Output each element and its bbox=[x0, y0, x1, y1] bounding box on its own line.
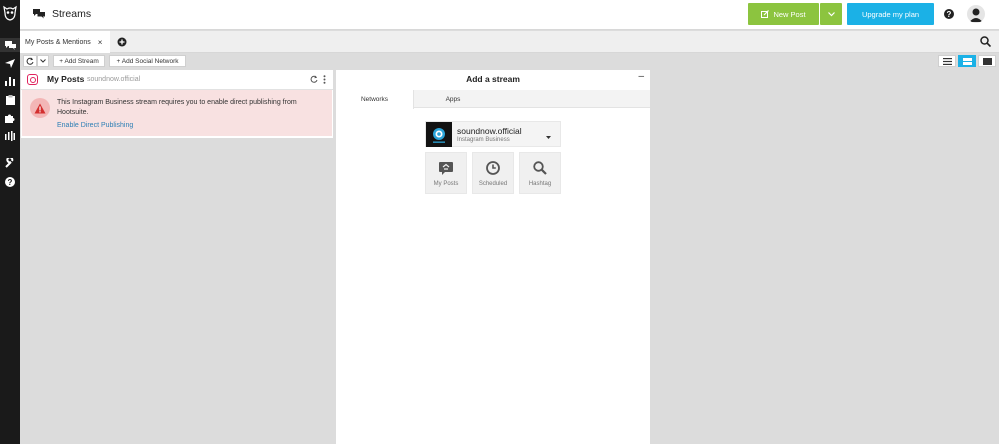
search-icon[interactable] bbox=[980, 36, 992, 49]
add-stream-button[interactable]: + Add Stream bbox=[53, 55, 105, 67]
refresh-all-button[interactable] bbox=[23, 55, 37, 67]
account-logo-icon bbox=[433, 127, 445, 143]
publishing-alert: This Instagram Business stream requires … bbox=[21, 90, 333, 138]
clock-icon bbox=[486, 161, 500, 175]
new-post-label: New Post bbox=[773, 9, 806, 19]
tab-networks[interactable]: Networks bbox=[336, 90, 414, 109]
enable-direct-publishing-link[interactable]: Enable Direct Publishing bbox=[57, 122, 133, 129]
refresh-icon bbox=[26, 57, 34, 65]
owl-logo-icon[interactable] bbox=[3, 5, 17, 21]
alert-message: This Instagram Business stream requires … bbox=[57, 99, 297, 116]
publisher-nav-icon[interactable] bbox=[4, 57, 16, 69]
magnifier-icon bbox=[533, 161, 547, 175]
audio-bars-nav-icon[interactable] bbox=[4, 130, 16, 142]
tab-apps[interactable]: Apps bbox=[414, 90, 492, 108]
view-list-button[interactable] bbox=[938, 55, 956, 67]
chevron-down-icon bbox=[827, 11, 835, 16]
compact-view-icon bbox=[962, 57, 972, 65]
panel-tabs: Networks Apps bbox=[336, 90, 650, 109]
tab-label: My Posts & Mentions bbox=[25, 38, 91, 46]
page-title: Streams bbox=[52, 8, 92, 20]
streams-icon bbox=[33, 9, 45, 21]
minimize-icon[interactable]: – bbox=[638, 71, 644, 82]
new-post-dropdown-button[interactable] bbox=[820, 3, 842, 25]
panel-title: Add a stream bbox=[466, 74, 520, 84]
refresh-icon[interactable] bbox=[310, 75, 318, 85]
stream-type-label: Scheduled bbox=[478, 181, 508, 187]
streams-toolbar: + Add Stream + Add Social Network bbox=[20, 53, 999, 69]
close-icon[interactable]: × bbox=[98, 38, 103, 47]
account-type: Instagram Business bbox=[457, 137, 510, 143]
apps-nav-icon[interactable] bbox=[4, 112, 16, 124]
stream-header: My Posts soundnow.official bbox=[21, 70, 333, 90]
tools-nav-icon[interactable] bbox=[4, 157, 16, 169]
tab-my-posts-mentions[interactable]: My Posts & Mentions × bbox=[20, 31, 111, 53]
warning-icon bbox=[30, 98, 50, 118]
top-header: Streams New Post Upgrade my plan ? bbox=[20, 0, 999, 30]
stream-type-label: Hashtag bbox=[528, 181, 552, 187]
stream-type-hashtag[interactable]: Hashtag bbox=[519, 152, 561, 194]
stream-type-scheduled[interactable]: Scheduled bbox=[472, 152, 514, 194]
left-nav-rail: ? bbox=[0, 0, 20, 444]
assignments-nav-icon[interactable] bbox=[4, 94, 16, 106]
user-icon bbox=[969, 8, 983, 22]
view-compact-button[interactable] bbox=[958, 55, 976, 67]
stream-column: My Posts soundnow.official This Instagra… bbox=[21, 70, 333, 444]
view-wide-button[interactable] bbox=[978, 55, 996, 67]
account-selector[interactable]: soundnow.official Instagram Business bbox=[425, 121, 561, 147]
speech-bubble-icon bbox=[439, 161, 453, 175]
avatar[interactable] bbox=[967, 5, 985, 23]
instagram-icon bbox=[27, 74, 38, 85]
streams-nav-icon[interactable] bbox=[0, 38, 20, 52]
stream-type-my-posts[interactable]: My Posts bbox=[425, 152, 467, 194]
more-options-icon[interactable] bbox=[323, 75, 326, 86]
upgrade-plan-button[interactable]: Upgrade my plan bbox=[847, 3, 934, 25]
stream-title: My Posts bbox=[47, 74, 85, 84]
svg-text:?: ? bbox=[8, 178, 13, 187]
add-tab-icon[interactable] bbox=[117, 37, 127, 49]
list-view-icon bbox=[942, 57, 952, 65]
add-social-network-button[interactable]: + Add Social Network bbox=[109, 55, 186, 67]
svg-text:?: ? bbox=[947, 10, 952, 19]
stream-account: soundnow.official bbox=[87, 76, 141, 83]
refresh-options-button[interactable] bbox=[37, 55, 49, 67]
wide-view-icon bbox=[982, 57, 992, 65]
help-nav-icon[interactable]: ? bbox=[4, 176, 16, 188]
stream-type-label: My Posts bbox=[433, 181, 459, 187]
compose-icon bbox=[761, 10, 770, 18]
tab-bar: My Posts & Mentions × bbox=[20, 31, 999, 53]
chevron-down-icon bbox=[40, 59, 46, 63]
new-post-button[interactable]: New Post bbox=[748, 3, 819, 25]
caret-down-icon bbox=[546, 132, 551, 141]
account-name: soundnow.official bbox=[457, 126, 522, 136]
add-stream-panel: Add a stream – Networks Apps soundnow.of… bbox=[336, 70, 650, 444]
account-thumbnail bbox=[426, 122, 452, 147]
analytics-nav-icon[interactable] bbox=[4, 75, 16, 87]
help-icon[interactable]: ? bbox=[944, 9, 954, 21]
